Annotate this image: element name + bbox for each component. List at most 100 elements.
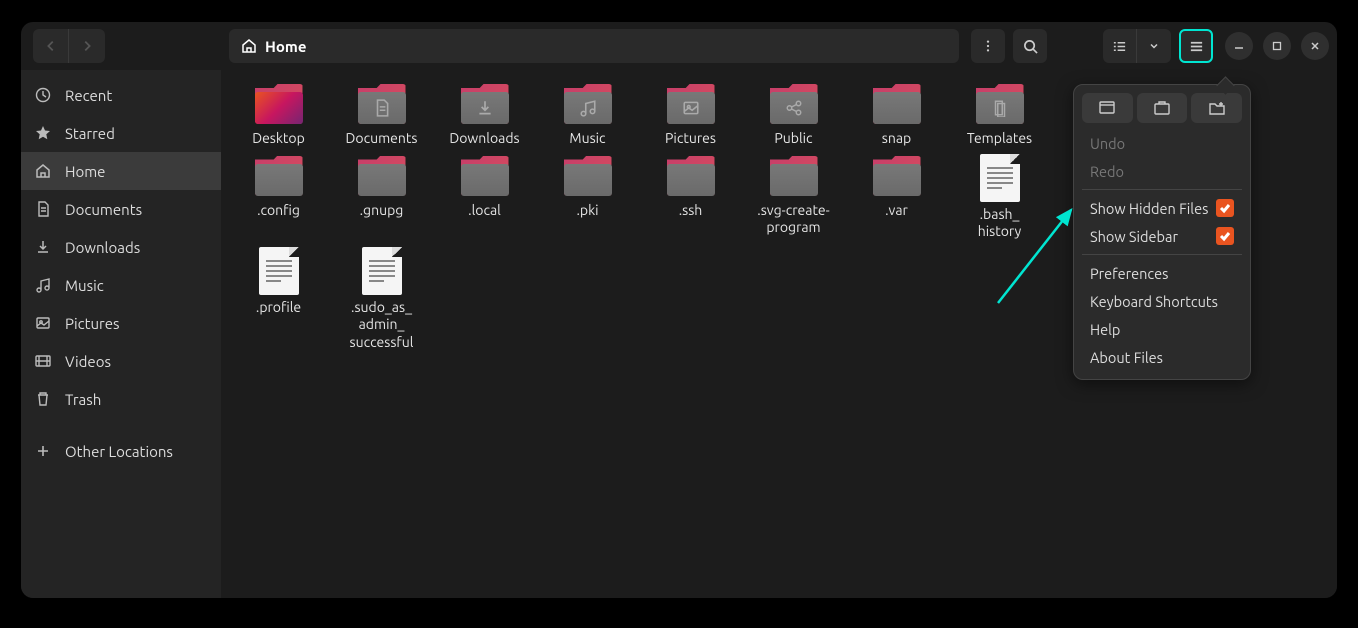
sidebar-item-label: Trash <box>65 391 101 408</box>
folder-icon <box>358 84 406 126</box>
file-item[interactable]: Music <box>536 82 639 148</box>
hamburger-menu-button[interactable] <box>1179 29 1213 63</box>
item-label: .var <box>885 202 908 220</box>
new-tab-button[interactable] <box>1137 93 1188 123</box>
file-item[interactable]: snap <box>845 82 948 148</box>
sidebar-other-locations[interactable]: Other Locations <box>21 432 221 470</box>
sidebar-item-recent[interactable]: Recent <box>21 76 221 114</box>
sidebar-item-label: Home <box>65 163 105 180</box>
sidebar-item-music[interactable]: Music <box>21 266 221 304</box>
view-switcher <box>1103 29 1171 63</box>
sidebar-item-trash[interactable]: Trash <box>21 380 221 418</box>
menu-help[interactable]: Help <box>1082 315 1242 343</box>
folder-icon <box>461 84 509 126</box>
item-label: Downloads <box>449 130 519 148</box>
sidebar-item-pictures[interactable]: Pictures <box>21 304 221 342</box>
view-dropdown-button[interactable] <box>1137 29 1171 63</box>
file-icon <box>259 247 299 295</box>
menu-redo: Redo <box>1082 157 1242 185</box>
sidebar-item-label: Music <box>65 277 104 294</box>
checkbox-checked-icon <box>1216 227 1234 245</box>
checkbox-checked-icon <box>1216 199 1234 217</box>
file-item[interactable]: Pictures <box>639 82 742 148</box>
item-label: .ssh <box>679 202 703 220</box>
file-icon <box>980 154 1020 202</box>
file-item[interactable]: .gnupg <box>330 154 433 241</box>
forward-button[interactable] <box>69 29 105 63</box>
file-item[interactable]: .ssh <box>639 154 742 241</box>
sidebar-item-home[interactable]: Home <box>21 152 221 190</box>
folder-icon <box>770 156 818 198</box>
file-item[interactable]: .local <box>433 154 536 241</box>
file-item[interactable]: .profile <box>227 247 330 352</box>
sidebar-item-documents[interactable]: Documents <box>21 190 221 228</box>
file-item[interactable]: .pki <box>536 154 639 241</box>
sidebar-item-videos[interactable]: Videos <box>21 342 221 380</box>
kebab-button[interactable] <box>971 29 1005 63</box>
path-bar[interactable]: Home <box>229 29 959 63</box>
folder-icon <box>976 84 1024 126</box>
folder-icon <box>564 84 612 126</box>
file-item[interactable]: .bash_history <box>948 154 1051 241</box>
menu-about[interactable]: About Files <box>1082 343 1242 371</box>
new-folder-button[interactable] <box>1191 93 1242 123</box>
item-label: Documents <box>346 130 418 148</box>
folder-icon <box>461 156 509 198</box>
sidebar-item-label: Videos <box>65 353 111 370</box>
home-icon <box>35 163 51 179</box>
new-window-button[interactable] <box>1082 93 1133 123</box>
menu-shortcuts[interactable]: Keyboard Shortcuts <box>1082 287 1242 315</box>
file-item[interactable]: .var <box>845 154 948 241</box>
back-button[interactable] <box>33 29 69 63</box>
file-item[interactable]: .config <box>227 154 330 241</box>
folder-icon <box>667 156 715 198</box>
menu-show-hidden[interactable]: Show Hidden Files <box>1082 194 1242 222</box>
folder-icon <box>564 156 612 198</box>
item-label: Pictures <box>665 130 716 148</box>
sidebar-item-label: Downloads <box>65 239 140 256</box>
folder-icon <box>873 84 921 126</box>
sidebar: RecentStarred Home Documents Downloads Music… <box>21 70 221 598</box>
music-icon <box>35 277 51 293</box>
file-item[interactable]: Desktop <box>227 82 330 148</box>
file-item[interactable]: .sudo_as_admin_successful <box>330 247 433 352</box>
item-label: .local <box>468 202 501 220</box>
home-icon <box>241 38 257 54</box>
folder-icon <box>667 84 715 126</box>
item-label: Music <box>569 130 605 148</box>
menu-preferences[interactable]: Preferences <box>1082 259 1242 287</box>
item-label: .pki <box>576 202 598 220</box>
item-label: .gnupg <box>360 202 404 220</box>
sidebar-item-label: Documents <box>65 201 142 218</box>
folder-icon <box>255 84 303 126</box>
trash-icon <box>35 391 51 407</box>
folder-icon <box>358 156 406 198</box>
maximize-button[interactable] <box>1263 32 1291 60</box>
file-item[interactable]: .svg-create-program <box>742 154 845 241</box>
menu-show-sidebar[interactable]: Show Sidebar <box>1082 222 1242 250</box>
close-button[interactable] <box>1301 32 1329 60</box>
file-item[interactable]: Documents <box>330 82 433 148</box>
list-view-button[interactable] <box>1103 29 1137 63</box>
file-item[interactable]: Public <box>742 82 845 148</box>
hamburger-menu: Undo Redo Show Hidden Files Show Sidebar… <box>1073 84 1251 380</box>
item-label: .bash_history <box>978 206 1022 241</box>
item-label: .svg-create-program <box>746 202 842 237</box>
menu-undo: Undo <box>1082 129 1242 157</box>
minimize-button[interactable] <box>1225 32 1253 60</box>
search-button[interactable] <box>1013 29 1047 63</box>
item-label: Public <box>774 130 812 148</box>
item-label: Templates <box>967 130 1032 148</box>
sidebar-item-starred[interactable]: Starred <box>21 114 221 152</box>
path-label: Home <box>265 38 306 55</box>
file-item[interactable]: Templates <box>948 82 1051 148</box>
folder-icon <box>770 84 818 126</box>
item-label: Desktop <box>252 130 305 148</box>
item-label: snap <box>882 130 911 148</box>
sidebar-item-label: Pictures <box>65 315 120 332</box>
file-item[interactable]: Downloads <box>433 82 536 148</box>
folder-icon <box>873 156 921 198</box>
sidebar-item-label: Other Locations <box>65 443 173 460</box>
sidebar-item-downloads[interactable]: Downloads <box>21 228 221 266</box>
video-icon <box>35 353 51 369</box>
